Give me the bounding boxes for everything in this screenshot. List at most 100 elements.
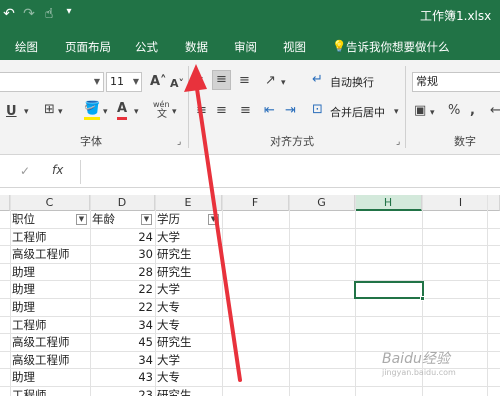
separator	[405, 66, 406, 148]
customize-qat-icon[interactable]: ▾	[62, 6, 76, 22]
cell-education[interactable]: 大专	[157, 317, 222, 334]
undo-icon[interactable]: ↶	[2, 6, 16, 22]
cell-age[interactable]: 43	[92, 369, 153, 386]
accounting-format-icon[interactable]: ▣	[414, 103, 426, 119]
fill-color-icon[interactable]: 🪣	[84, 101, 101, 120]
merge-dropdown-icon[interactable]: ▾	[394, 104, 399, 120]
cell-education[interactable]: 大专	[157, 299, 222, 316]
cell-education[interactable]: 大学	[157, 229, 222, 246]
decrease-font-size-icon[interactable]: A˅	[170, 76, 184, 92]
phonetic-dropdown-icon[interactable]: ▾	[172, 104, 177, 120]
align-center-icon[interactable]: ≡	[216, 103, 227, 119]
insert-function-icon[interactable]: fx	[52, 163, 63, 177]
align-bottom-icon[interactable]: ≡	[239, 73, 250, 89]
cell-education[interactable]: 研究生	[157, 264, 222, 281]
align-left-icon[interactable]: ≡	[196, 103, 207, 119]
redo-icon[interactable]: ↷	[22, 6, 36, 22]
tab-review[interactable]: 审阅	[234, 39, 257, 55]
filter-dropdown-icon[interactable]: ▼	[141, 214, 152, 225]
wrap-text-icon[interactable]: ↵	[312, 72, 323, 88]
orientation-dropdown-icon[interactable]: ▾	[281, 75, 286, 91]
column-header-h[interactable]: H	[355, 195, 422, 211]
align-top-icon[interactable]: ≡	[193, 73, 204, 89]
filter-dropdown-icon[interactable]: ▼	[208, 214, 219, 225]
fill-handle[interactable]	[420, 296, 425, 301]
cell-education[interactable]: 大专	[157, 369, 222, 386]
cell-education[interactable]: 大学	[157, 352, 222, 369]
font-color-icon[interactable]: A	[117, 101, 128, 120]
cell-position[interactable]: 助理	[12, 299, 90, 316]
active-cell-selection[interactable]	[354, 281, 424, 299]
underline-icon[interactable]: U	[6, 104, 17, 120]
wrap-text-button[interactable]: 自动换行	[330, 74, 374, 90]
cell-education[interactable]: 研究生	[157, 246, 222, 263]
underline-dropdown-icon[interactable]: ▾	[24, 104, 29, 120]
number-format-select[interactable]: 常规	[412, 72, 500, 92]
align-right-icon[interactable]: ≡	[240, 103, 251, 119]
cell-position[interactable]: 高级工程师	[12, 352, 90, 369]
filter-dropdown-icon[interactable]: ▼	[76, 214, 87, 225]
cell-position[interactable]: 工程师	[12, 317, 90, 334]
tab-data[interactable]: 数据	[185, 39, 208, 55]
align-middle-icon[interactable]: ≡	[212, 70, 231, 90]
merge-center-icon[interactable]: ⊡	[312, 102, 323, 118]
cell-age[interactable]: 22	[92, 281, 153, 298]
font-name-select[interactable]: ▼	[0, 72, 104, 92]
increase-font-size-icon[interactable]: A˄	[150, 74, 167, 90]
font-color-dropdown-icon[interactable]: ▾	[134, 104, 139, 120]
cell-position[interactable]: 工程师	[12, 387, 90, 396]
table-row: 工程师 24 大学	[0, 229, 500, 247]
orientation-icon[interactable]: ↗	[265, 73, 276, 89]
comma-style-icon[interactable]: ,	[470, 103, 475, 119]
cell-education[interactable]: 研究生	[157, 387, 222, 396]
cell-age[interactable]: 34	[92, 352, 153, 369]
decrease-indent-icon[interactable]: ⇤	[264, 103, 275, 119]
alignment-dialog-launcher-icon[interactable]: ⌟	[396, 134, 400, 150]
increase-decimal-icon[interactable]: ←	[490, 103, 500, 119]
cell-age[interactable]: 30	[92, 246, 153, 263]
borders-icon[interactable]: ⊞	[44, 102, 55, 118]
cell-age[interactable]: 34	[92, 317, 153, 334]
font-dialog-launcher-icon[interactable]: ⌟	[177, 134, 181, 150]
fill-color-dropdown-icon[interactable]: ▾	[103, 104, 108, 120]
cell-position[interactable]: 助理	[12, 264, 90, 281]
touch-mode-icon[interactable]: ☝	[42, 6, 56, 22]
tab-page-layout[interactable]: 页面布局	[65, 39, 111, 55]
font-size-select[interactable]: 11 ▼	[106, 72, 142, 92]
column-header-d[interactable]: D	[90, 195, 155, 211]
enter-icon[interactable]: ✓	[20, 164, 30, 178]
borders-dropdown-icon[interactable]: ▾	[58, 104, 63, 120]
cell-position[interactable]: 高级工程师	[12, 246, 90, 263]
cell-age[interactable]: 22	[92, 299, 153, 316]
increase-indent-icon[interactable]: ⇥	[285, 103, 296, 119]
ribbon-tabs: 绘图 页面布局 公式 数据 审阅 视图 💡 告诉我你想要做什么	[0, 32, 500, 60]
tab-formulas[interactable]: 公式	[135, 39, 158, 55]
cell-education[interactable]: 研究生	[157, 334, 222, 351]
column-header-c[interactable]: C	[10, 195, 90, 211]
cell-age[interactable]: 45	[92, 334, 153, 351]
column-header-i[interactable]: I	[422, 195, 500, 211]
tab-view[interactable]: 视图	[283, 39, 306, 55]
merge-center-button[interactable]: 合并后居中	[330, 104, 385, 120]
cell-position[interactable]: 工程师	[12, 229, 90, 246]
cell-age[interactable]: 28	[92, 264, 153, 281]
percent-style-icon[interactable]: %	[448, 103, 460, 119]
cell-age[interactable]: 24	[92, 229, 153, 246]
column-header-e[interactable]: E	[155, 195, 222, 211]
column-header-f[interactable]: F	[222, 195, 289, 211]
cell-education[interactable]: 大学	[157, 281, 222, 298]
tab-draw[interactable]: 绘图	[15, 39, 38, 55]
phonetic-guide-char: 文	[157, 109, 167, 120]
column-header-g[interactable]: G	[289, 195, 355, 211]
table-row: 助理 28 研究生	[0, 264, 500, 282]
column-header-partial[interactable]	[0, 195, 10, 211]
group-alignment-label: 对齐方式	[270, 135, 314, 148]
cell-age[interactable]: 23	[92, 387, 153, 396]
cell-position[interactable]: 高级工程师	[12, 334, 90, 351]
formula-input[interactable]	[80, 160, 500, 184]
cell-position[interactable]: 助理	[12, 369, 90, 386]
tell-me-search[interactable]: 告诉我你想要做什么	[346, 39, 450, 55]
separator	[188, 66, 189, 148]
accounting-dropdown-icon[interactable]: ▾	[430, 105, 435, 121]
cell-position[interactable]: 助理	[12, 281, 90, 298]
